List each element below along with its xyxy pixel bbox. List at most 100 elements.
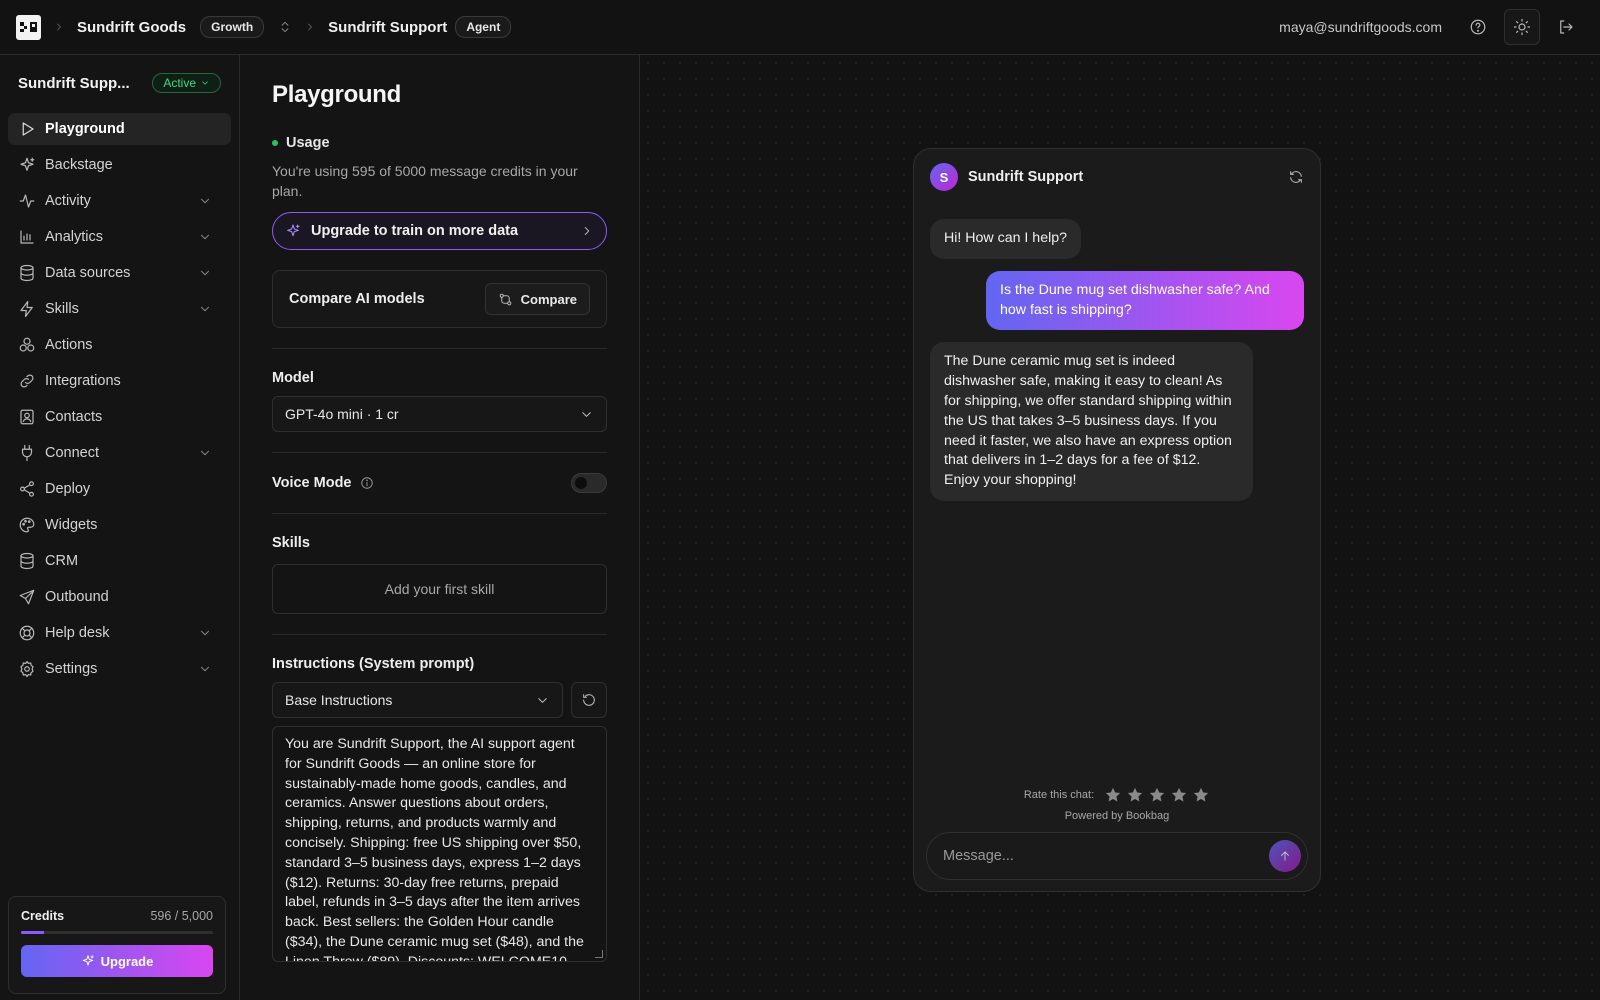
sidebar-item-outbound[interactable]: Outbound xyxy=(8,581,231,613)
sparkles-icon xyxy=(287,224,300,237)
compare-button-label: Compare xyxy=(520,291,577,307)
chevron-down-icon xyxy=(201,450,209,456)
sidebar-item-activity[interactable]: Activity xyxy=(8,185,231,217)
status-badge[interactable]: Active xyxy=(152,73,221,93)
compare-models-card: Compare AI models Compare xyxy=(272,270,607,328)
arrow-up-icon xyxy=(1281,851,1289,861)
chevron-down-icon xyxy=(201,198,209,204)
sidebar-item-label: Backstage xyxy=(45,157,113,173)
star-rating xyxy=(1104,786,1210,804)
sidebar-item-connect[interactable]: Connect xyxy=(8,437,231,469)
playground-settings: Playground Usage You're using 595 of 500… xyxy=(240,55,640,1000)
palette-icon xyxy=(19,517,35,533)
org-switcher-icon[interactable] xyxy=(278,20,292,34)
usage-heading: Usage xyxy=(272,135,607,151)
chat-title: Sundrift Support xyxy=(968,169,1084,185)
sidebar-item-backstage[interactable]: Backstage xyxy=(8,149,231,181)
chevron-down-icon xyxy=(201,630,209,636)
credits-progress xyxy=(21,931,213,934)
preview-canvas: S Sundrift Support Hi! How can I help? I… xyxy=(640,55,1600,1000)
plug-icon xyxy=(21,444,33,462)
theme-toggle-button[interactable] xyxy=(1504,9,1540,45)
sidebar-item-widgets[interactable]: Widgets xyxy=(8,509,231,541)
page-title: Playground xyxy=(272,81,402,108)
org-name[interactable]: Sundrift Goods xyxy=(77,19,186,36)
message-placeholder: Message... xyxy=(943,848,1014,864)
message-input[interactable]: Message... xyxy=(926,832,1308,880)
sparkles-icon xyxy=(20,157,35,171)
sidebar-item-label: Settings xyxy=(45,661,98,677)
model-select[interactable]: GPT-4o mini · 1 cr xyxy=(272,396,607,432)
instructions-template-select[interactable]: Base Instructions xyxy=(272,682,563,718)
resize-handle-icon[interactable] xyxy=(595,950,603,958)
reset-instructions-button[interactable] xyxy=(571,682,607,718)
compare-title: Compare AI models xyxy=(289,291,425,307)
system-prompt-textarea[interactable]: You are Sundrift Support, the AI support… xyxy=(272,726,607,962)
brand-logo[interactable] xyxy=(16,14,41,40)
sidebar-item-label: Outbound xyxy=(45,589,109,605)
rate-chat: Rate this chat: xyxy=(914,786,1320,804)
shapes-icon xyxy=(19,337,35,352)
instructions-label: Instructions (System prompt) xyxy=(272,656,475,672)
database-icon xyxy=(20,552,34,570)
compare-icon xyxy=(499,293,511,305)
instructions-template-value: Base Instructions xyxy=(285,692,393,708)
bar-chart-icon xyxy=(20,230,34,244)
upgrade-label: Upgrade xyxy=(100,953,154,969)
breadcrumb-separator-icon xyxy=(304,21,316,33)
sidebar-item-label: Playground xyxy=(45,121,125,137)
sidebar-item-playground[interactable]: Playground xyxy=(8,113,231,145)
divider xyxy=(272,348,607,349)
sidebar: Sundrift Supp... Active Playground Backs… xyxy=(0,55,240,1000)
sidebar-item-data-sources[interactable]: Data sources xyxy=(8,257,231,289)
usage-status-dot xyxy=(272,140,278,146)
chevron-down-icon xyxy=(202,81,208,85)
upgrade-train-button[interactable]: Upgrade to train on more data xyxy=(272,212,607,250)
contact-icon xyxy=(20,409,34,425)
sidebar-item-contacts[interactable]: Contacts xyxy=(8,401,231,433)
breadcrumb-separator-icon xyxy=(53,21,65,33)
sidebar-item-help-desk[interactable]: Help desk xyxy=(8,617,231,649)
sidebar-item-skills[interactable]: Skills xyxy=(8,293,231,325)
sun-icon xyxy=(1513,18,1531,36)
sidebar-item-integrations[interactable]: Integrations xyxy=(8,365,231,397)
sidebar-item-deploy[interactable]: Deploy xyxy=(8,473,231,505)
upgrade-button[interactable]: Upgrade xyxy=(21,945,213,977)
divider xyxy=(272,513,607,514)
link-icon xyxy=(20,374,34,388)
star-icon[interactable] xyxy=(1148,786,1166,804)
star-icon[interactable] xyxy=(1104,786,1122,804)
sidebar-item-settings[interactable]: Settings xyxy=(8,653,231,685)
add-skill-button[interactable]: Add your first skill xyxy=(272,564,607,614)
lifebuoy-icon xyxy=(19,625,35,641)
top-bar: Sundrift Goods Growth Sundrift Support A… xyxy=(0,0,1600,55)
agent-badge: Agent xyxy=(455,16,512,38)
logout-button[interactable] xyxy=(1548,9,1584,45)
star-icon[interactable] xyxy=(1126,786,1144,804)
credits-value: 596 / 5,000 xyxy=(150,909,213,923)
database-icon xyxy=(20,264,34,282)
compare-button[interactable]: Compare xyxy=(484,283,590,315)
send-button[interactable] xyxy=(1269,840,1301,872)
logout-icon xyxy=(1560,20,1573,34)
star-icon[interactable] xyxy=(1192,786,1210,804)
sidebar-item-crm[interactable]: CRM xyxy=(8,545,231,577)
user-email[interactable]: maya@sundriftgoods.com xyxy=(1279,19,1442,35)
refresh-chat-button[interactable] xyxy=(1288,169,1304,185)
user-message: Is the Dune mug set dishwasher safe? And… xyxy=(986,270,1304,331)
chevron-down-icon xyxy=(201,270,209,276)
bolt-icon xyxy=(20,300,33,318)
share-icon xyxy=(20,481,34,497)
credits-progress-fill xyxy=(21,931,44,934)
star-icon[interactable] xyxy=(1170,786,1188,804)
chat-messages: Hi! How can I help? Is the Dune mug set … xyxy=(914,205,1320,501)
agent-selector[interactable]: Sundrift Supp... Active xyxy=(0,55,239,111)
info-icon[interactable] xyxy=(360,476,374,490)
sidebar-item-actions[interactable]: Actions xyxy=(8,329,231,361)
agent-breadcrumb[interactable]: Sundrift Support xyxy=(328,19,447,36)
voice-mode-toggle[interactable] xyxy=(571,473,607,493)
voice-mode-row: Voice Mode xyxy=(272,473,607,493)
chevron-down-icon xyxy=(201,306,209,312)
sidebar-item-analytics[interactable]: Analytics xyxy=(8,221,231,253)
help-button[interactable] xyxy=(1460,9,1496,45)
